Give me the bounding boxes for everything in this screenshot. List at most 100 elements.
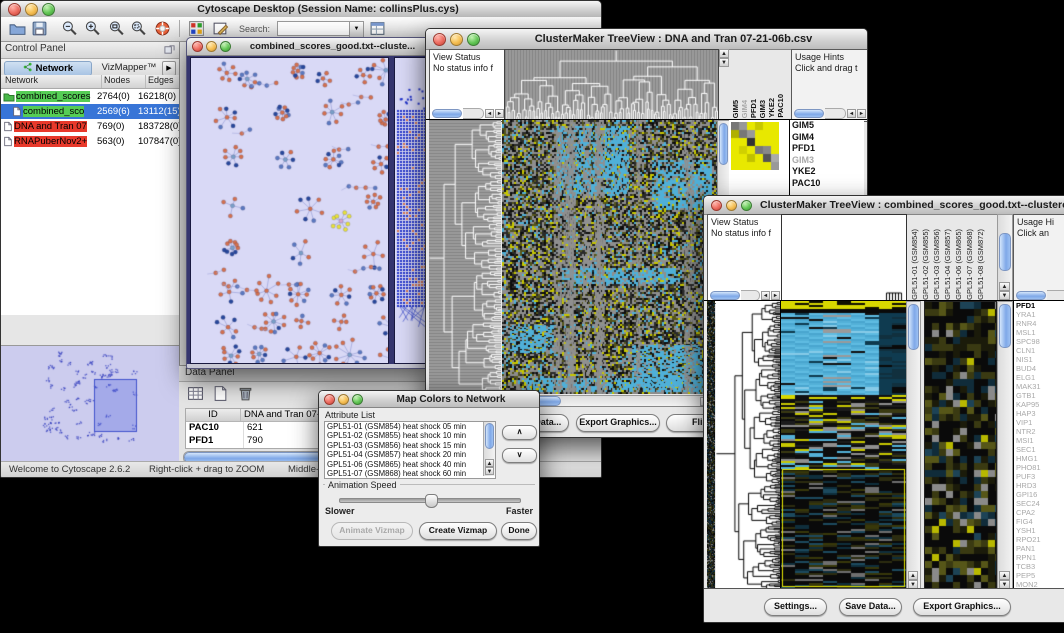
network-row-selected[interactable]: combined_sco 2569(6) 13112(15) — [1, 104, 179, 119]
attribute-browser-icon[interactable] — [369, 20, 386, 37]
minimize-icon[interactable] — [338, 394, 349, 405]
treeview2-row-dendrogram[interactable] — [716, 301, 780, 589]
settings-button[interactable]: Settings... — [764, 598, 827, 616]
gene-label[interactable]: PUF3 — [1014, 472, 1064, 481]
zoom-window-icon[interactable] — [467, 33, 480, 46]
search-input[interactable] — [277, 21, 351, 36]
attribute-item[interactable]: GPL51-06 (GSM865) heat shock 40 min — [325, 460, 495, 469]
gene-label[interactable]: PFD1 — [1014, 301, 1064, 310]
network-bottom-strip[interactable] — [187, 364, 434, 368]
scroll-up-icon[interactable]: ▲ — [719, 49, 729, 58]
gene-label[interactable]: GTB1 — [1014, 391, 1064, 400]
column-label[interactable]: GPL51-01 (GSM854) — [909, 229, 920, 300]
network-row[interactable]: combined_scores 2764(0) 16218(0) — [1, 89, 179, 104]
tabs-more-arrow[interactable]: ▶ — [162, 61, 176, 76]
zoom-out-icon[interactable] — [61, 20, 78, 37]
annotation-icon[interactable] — [212, 20, 229, 37]
zoom-window-icon[interactable] — [220, 41, 231, 52]
gene-label[interactable]: MSL1 — [1014, 328, 1064, 337]
export-graphics-button[interactable]: Export Graphics... — [913, 598, 1011, 616]
treeview1-detail-heatmap[interactable] — [731, 122, 779, 170]
close-icon[interactable] — [192, 41, 203, 52]
gene-label[interactable]: HRD3 — [1014, 481, 1064, 490]
gene-label[interactable]: RPO21 — [1014, 535, 1064, 544]
animation-slider[interactable] — [339, 498, 521, 503]
tab-network[interactable]: Network — [4, 61, 92, 76]
scroll-up-icon[interactable]: ▲ — [999, 571, 1010, 580]
network-canvas[interactable] — [190, 57, 389, 364]
minimize-icon[interactable] — [25, 3, 38, 16]
attribute-item[interactable]: GPL51-02 (GSM855) heat shock 10 min — [325, 431, 495, 440]
attribute-listbox[interactable]: GPL51-01 (GSM854) heat shock 05 minGPL51… — [324, 421, 496, 479]
zoom-fit-icon[interactable] — [108, 20, 125, 37]
scroll-up-icon[interactable]: ▲ — [485, 459, 494, 467]
usage-hints-scrollbar[interactable]: ◄► — [794, 108, 866, 119]
treeview2-heatmap[interactable] — [780, 301, 906, 589]
main-title-bar[interactable]: Cytoscape Desktop (Session Name: collins… — [1, 1, 601, 18]
column-label[interactable]: YKE2 — [767, 98, 776, 118]
attribute-item[interactable]: GPL51-01 (GSM854) heat shock 05 min — [325, 422, 495, 431]
float-panel-icon[interactable] — [164, 44, 175, 58]
birds-eye-canvas[interactable] — [1, 346, 177, 460]
gene-label[interactable]: GPI16 — [1014, 490, 1064, 499]
column-label[interactable]: GIM5 — [731, 100, 740, 118]
attribute-item[interactable]: GPL51-03 (GSM856) heat shock 15 min — [325, 441, 495, 450]
zoom-in-icon[interactable] — [84, 20, 101, 37]
column-label[interactable]: PAC10 — [776, 94, 783, 118]
attribute-list-scrollbar[interactable]: ▲ ▼ — [483, 422, 495, 476]
gene-label[interactable]: PAN1 — [1014, 544, 1064, 553]
treeview2-top-vscrollbar[interactable]: ▲ ▼ — [997, 214, 1013, 302]
network-row[interactable]: DNA and Tran 07 769(0) 183728(0) — [1, 119, 179, 134]
gene-label[interactable]: RPN1 — [1014, 553, 1064, 562]
gene-label[interactable]: GIM4 — [790, 132, 864, 144]
scrollbar-thumb[interactable] — [719, 123, 728, 165]
treeview1-row-dendrogram[interactable] — [429, 120, 501, 394]
gene-label[interactable]: YSH1 — [1014, 526, 1064, 535]
gene-label[interactable]: YRA1 — [1014, 310, 1064, 319]
treeview1-heatmap[interactable] — [502, 120, 717, 394]
treeview2-global-overview[interactable] — [707, 301, 715, 589]
gene-label[interactable]: TCB3 — [1014, 562, 1064, 571]
move-down-button[interactable]: ∨ — [502, 448, 537, 463]
scrollbar-thumb[interactable] — [908, 304, 919, 350]
zoom-selected-icon[interactable] — [130, 20, 147, 37]
table-grid-icon[interactable] — [187, 385, 204, 402]
gene-label[interactable]: GIM3 — [790, 155, 864, 167]
search-dropdown-button[interactable]: ▼ — [349, 21, 364, 38]
treeview2-column-dendrogram[interactable] — [781, 214, 907, 302]
gene-label[interactable]: BUD4 — [1014, 364, 1064, 373]
delete-attribute-icon[interactable] — [237, 385, 254, 402]
gene-label[interactable]: PEP5 — [1014, 571, 1064, 580]
gene-label[interactable]: HAP3 — [1014, 409, 1064, 418]
gene-label[interactable]: ELG1 — [1014, 373, 1064, 382]
scroll-down-icon[interactable]: ▼ — [999, 291, 1010, 300]
column-label[interactable]: GPL51-03 (GSM856) — [931, 229, 942, 300]
animate-vizmap-button[interactable]: Animate Vizmap — [331, 522, 413, 540]
birds-eye-view[interactable] — [1, 345, 179, 462]
gene-label[interactable]: MSI1 — [1014, 436, 1064, 445]
scroll-up-icon[interactable]: ▲ — [908, 571, 918, 580]
minimize-icon[interactable] — [726, 200, 737, 211]
gene-label[interactable]: PHO81 — [1014, 463, 1064, 472]
gene-label[interactable]: CLN1 — [1014, 346, 1064, 355]
column-label[interactable]: GPL51-08 (GSM872) — [975, 229, 986, 300]
gene-label[interactable]: HMG1 — [1014, 454, 1064, 463]
treeview2-title-bar[interactable]: ClusterMaker TreeView : combined_scores_… — [704, 196, 1064, 215]
gene-label[interactable]: CPA2 — [1014, 508, 1064, 517]
gene-label[interactable]: RNR4 — [1014, 319, 1064, 328]
slider-thumb[interactable] — [425, 494, 438, 508]
gene-label[interactable]: PFD1 — [790, 143, 864, 155]
scrollbar-thumb[interactable] — [485, 423, 494, 449]
column-label[interactable]: GIM3 — [758, 100, 767, 118]
treeview1-column-dendrogram[interactable] — [504, 49, 719, 120]
save-data-button[interactable]: Save Data... — [839, 598, 902, 616]
gene-label[interactable]: FIG4 — [1014, 517, 1064, 526]
scroll-down-icon[interactable]: ▼ — [719, 58, 729, 67]
scroll-up-icon[interactable]: ▲ — [999, 282, 1010, 291]
gene-label[interactable]: VIP1 — [1014, 418, 1064, 427]
new-attribute-icon[interactable] — [212, 385, 229, 402]
scroll-down-icon[interactable]: ▼ — [485, 467, 494, 475]
gene-label[interactable]: MAK31 — [1014, 382, 1064, 391]
column-label[interactable]: GPL51-04 (GSM857) — [942, 229, 953, 300]
treeview1-title-bar[interactable]: ClusterMaker TreeView : DNA and Tran 07-… — [426, 29, 867, 50]
